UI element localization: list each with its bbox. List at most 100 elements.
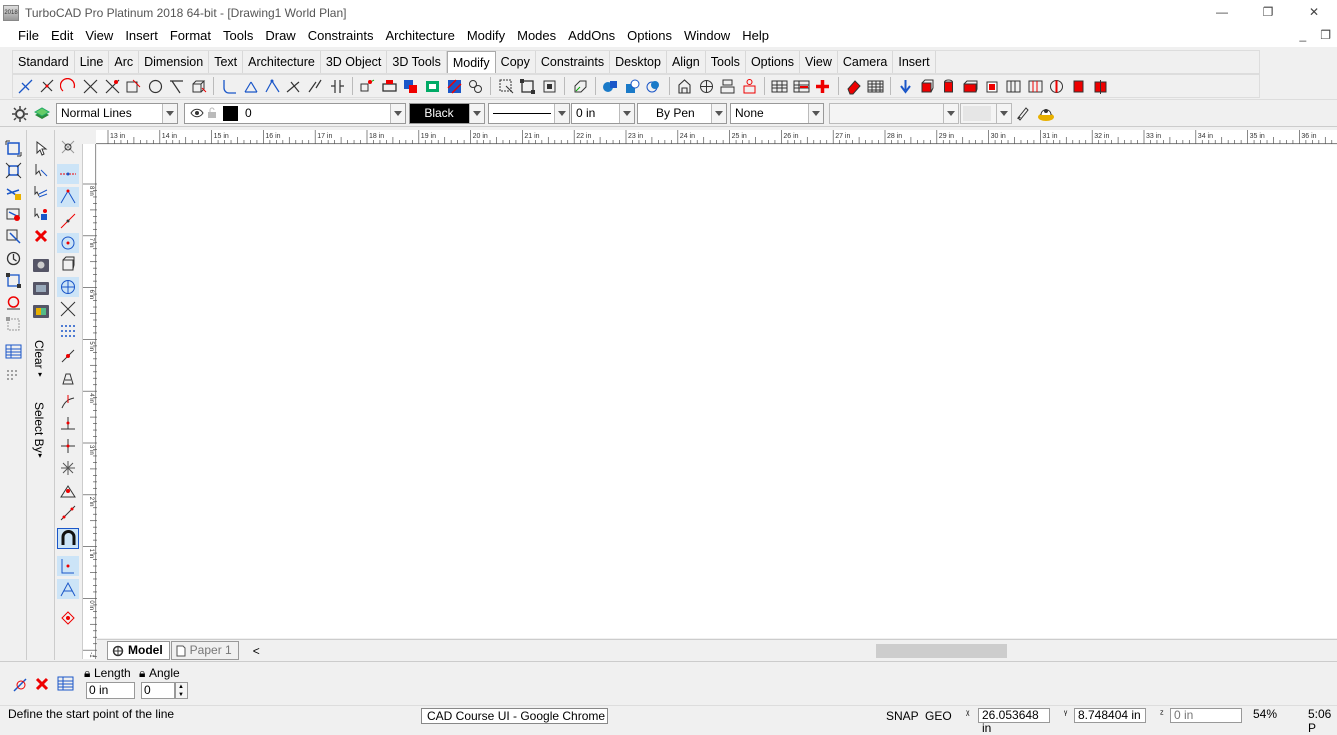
snap-star-icon[interactable] xyxy=(59,459,77,477)
scale-select[interactable] xyxy=(960,103,1012,124)
snap-3d-icon[interactable] xyxy=(59,609,77,627)
house-icon[interactable] xyxy=(676,78,693,95)
chevron-down-icon[interactable] xyxy=(943,104,958,123)
circle-trim-icon[interactable] xyxy=(147,78,164,95)
tab-tools[interactable]: Tools xyxy=(706,51,746,73)
snap-angle-toggle[interactable] xyxy=(57,556,79,576)
tab-3d-object[interactable]: 3D Object xyxy=(321,51,388,73)
snap-magnet-icon[interactable] xyxy=(59,138,77,156)
snap-indicator[interactable]: SNAP xyxy=(886,709,919,723)
block-icon[interactable] xyxy=(424,78,441,95)
menu-modes[interactable]: Modes xyxy=(511,25,562,47)
close-button[interactable]: ✕ xyxy=(1291,0,1337,25)
boolean-subtract-icon[interactable] xyxy=(624,78,641,95)
menu-addons[interactable]: AddOns xyxy=(562,25,621,47)
menu-architecture[interactable]: Architecture xyxy=(379,25,460,47)
snap-fraction-icon[interactable] xyxy=(59,370,77,388)
arrow-down-icon[interactable] xyxy=(897,78,914,95)
camera-view-icon[interactable] xyxy=(32,256,50,273)
person-stack-icon[interactable] xyxy=(741,78,758,95)
layers-icon[interactable] xyxy=(33,105,51,122)
angle-input[interactable]: 0 xyxy=(141,682,175,699)
clear-label[interactable]: Clear xyxy=(32,340,46,369)
menu-edit[interactable]: Edit xyxy=(45,25,79,47)
solid-split-icon[interactable] xyxy=(1092,78,1109,95)
tab-dimension[interactable]: Dimension xyxy=(139,51,210,73)
menu-tools[interactable]: Tools xyxy=(217,25,259,47)
grid-table-icon[interactable] xyxy=(867,78,884,95)
cube-icon[interactable] xyxy=(190,78,207,95)
table-icon[interactable] xyxy=(5,343,22,360)
tool-options-icon[interactable] xyxy=(12,676,30,694)
tab-standard[interactable]: Standard xyxy=(13,51,75,73)
snap-center-toggle[interactable] xyxy=(57,233,79,253)
photo-view-icon[interactable] xyxy=(32,279,50,296)
scroll-left-arrow[interactable]: < xyxy=(253,644,260,658)
horizontal-scrollbar-thumb[interactable] xyxy=(876,644,1007,658)
slice-icon[interactable] xyxy=(1005,78,1022,95)
restore-button[interactable]: ❐ xyxy=(1245,0,1291,25)
menu-help[interactable]: Help xyxy=(736,25,775,47)
drawing-canvas[interactable] xyxy=(97,145,1337,638)
select-frame-icon[interactable] xyxy=(519,78,536,95)
brush-icon[interactable] xyxy=(1015,105,1031,121)
solid-wedge-icon[interactable] xyxy=(962,78,979,95)
menu-window[interactable]: Window xyxy=(678,25,736,47)
boolean-intersect-icon[interactable] xyxy=(645,78,662,95)
line-type-select[interactable] xyxy=(488,103,570,124)
table-icon[interactable] xyxy=(57,675,74,692)
globe-icon[interactable] xyxy=(698,78,715,95)
stack-icon[interactable] xyxy=(719,78,736,95)
select-by-label[interactable]: Select By xyxy=(32,402,46,453)
magnetic-snap-toggle[interactable] xyxy=(57,528,79,549)
solid-red-icon[interactable] xyxy=(1070,78,1087,95)
table-icon[interactable] xyxy=(771,78,788,95)
section-icon[interactable] xyxy=(1027,78,1044,95)
select-edit-icon[interactable] xyxy=(33,162,49,178)
snap-vertex2-toggle[interactable] xyxy=(57,579,79,599)
menu-format[interactable]: Format xyxy=(164,25,217,47)
render-view-icon[interactable] xyxy=(32,302,50,319)
length-lock-icon[interactable]: 🔒︎ xyxy=(84,666,90,681)
snap-alignment-icon[interactable] xyxy=(59,504,77,522)
split-region-icon[interactable] xyxy=(125,78,142,95)
transform-icon[interactable] xyxy=(572,78,589,95)
eraser-icon[interactable] xyxy=(845,78,862,95)
snap-parallel-icon[interactable] xyxy=(59,437,77,455)
solid-box-icon[interactable] xyxy=(919,78,936,95)
group-blue-icon[interactable] xyxy=(402,78,419,95)
geo-indicator[interactable]: GEO xyxy=(925,709,952,723)
tab-line[interactable]: Line xyxy=(75,51,110,73)
menu-options[interactable]: Options xyxy=(621,25,678,47)
grid-dots-icon[interactable] xyxy=(5,368,22,385)
select-arrow-icon[interactable] xyxy=(33,140,49,156)
mdi-restore-button[interactable]: ❐ xyxy=(1320,28,1331,42)
named-views-icon[interactable] xyxy=(5,316,22,333)
snap-quadrant-toggle[interactable] xyxy=(57,277,79,297)
cancel-red-x-icon[interactable] xyxy=(34,676,50,692)
fillet-icon[interactable] xyxy=(221,78,238,95)
length-input[interactable]: 0 in xyxy=(86,682,135,699)
line-width-select[interactable]: 0 in xyxy=(571,103,635,124)
snap-nearest-icon[interactable] xyxy=(59,212,77,230)
chevron-down-icon[interactable] xyxy=(619,104,634,123)
break-icon[interactable] xyxy=(82,78,99,95)
tab-copy[interactable]: Copy xyxy=(496,51,536,73)
snap-middle-icon[interactable] xyxy=(59,347,77,365)
meet-lines-icon[interactable] xyxy=(307,78,324,95)
trim-icon[interactable] xyxy=(39,78,56,95)
select-window-icon[interactable] xyxy=(498,78,515,95)
select-blue-icon[interactable] xyxy=(33,206,49,222)
zoom-previous-icon[interactable] xyxy=(5,228,22,245)
menu-file[interactable]: File xyxy=(12,25,45,47)
tab-options[interactable]: Options xyxy=(746,51,801,73)
zoom-in-icon[interactable] xyxy=(5,184,22,201)
snap-endpoint-toggle[interactable] xyxy=(57,164,79,184)
gear-icon[interactable] xyxy=(12,106,28,122)
app-icon[interactable]: 2018 xyxy=(3,4,19,21)
menu-constraints[interactable]: Constraints xyxy=(302,25,380,47)
chevron-down-icon[interactable] xyxy=(711,104,726,123)
trim-arc-icon[interactable] xyxy=(60,77,77,95)
model-tab[interactable]: Model xyxy=(107,641,170,660)
x-coordinate[interactable]: 26.053648 in xyxy=(978,708,1050,735)
